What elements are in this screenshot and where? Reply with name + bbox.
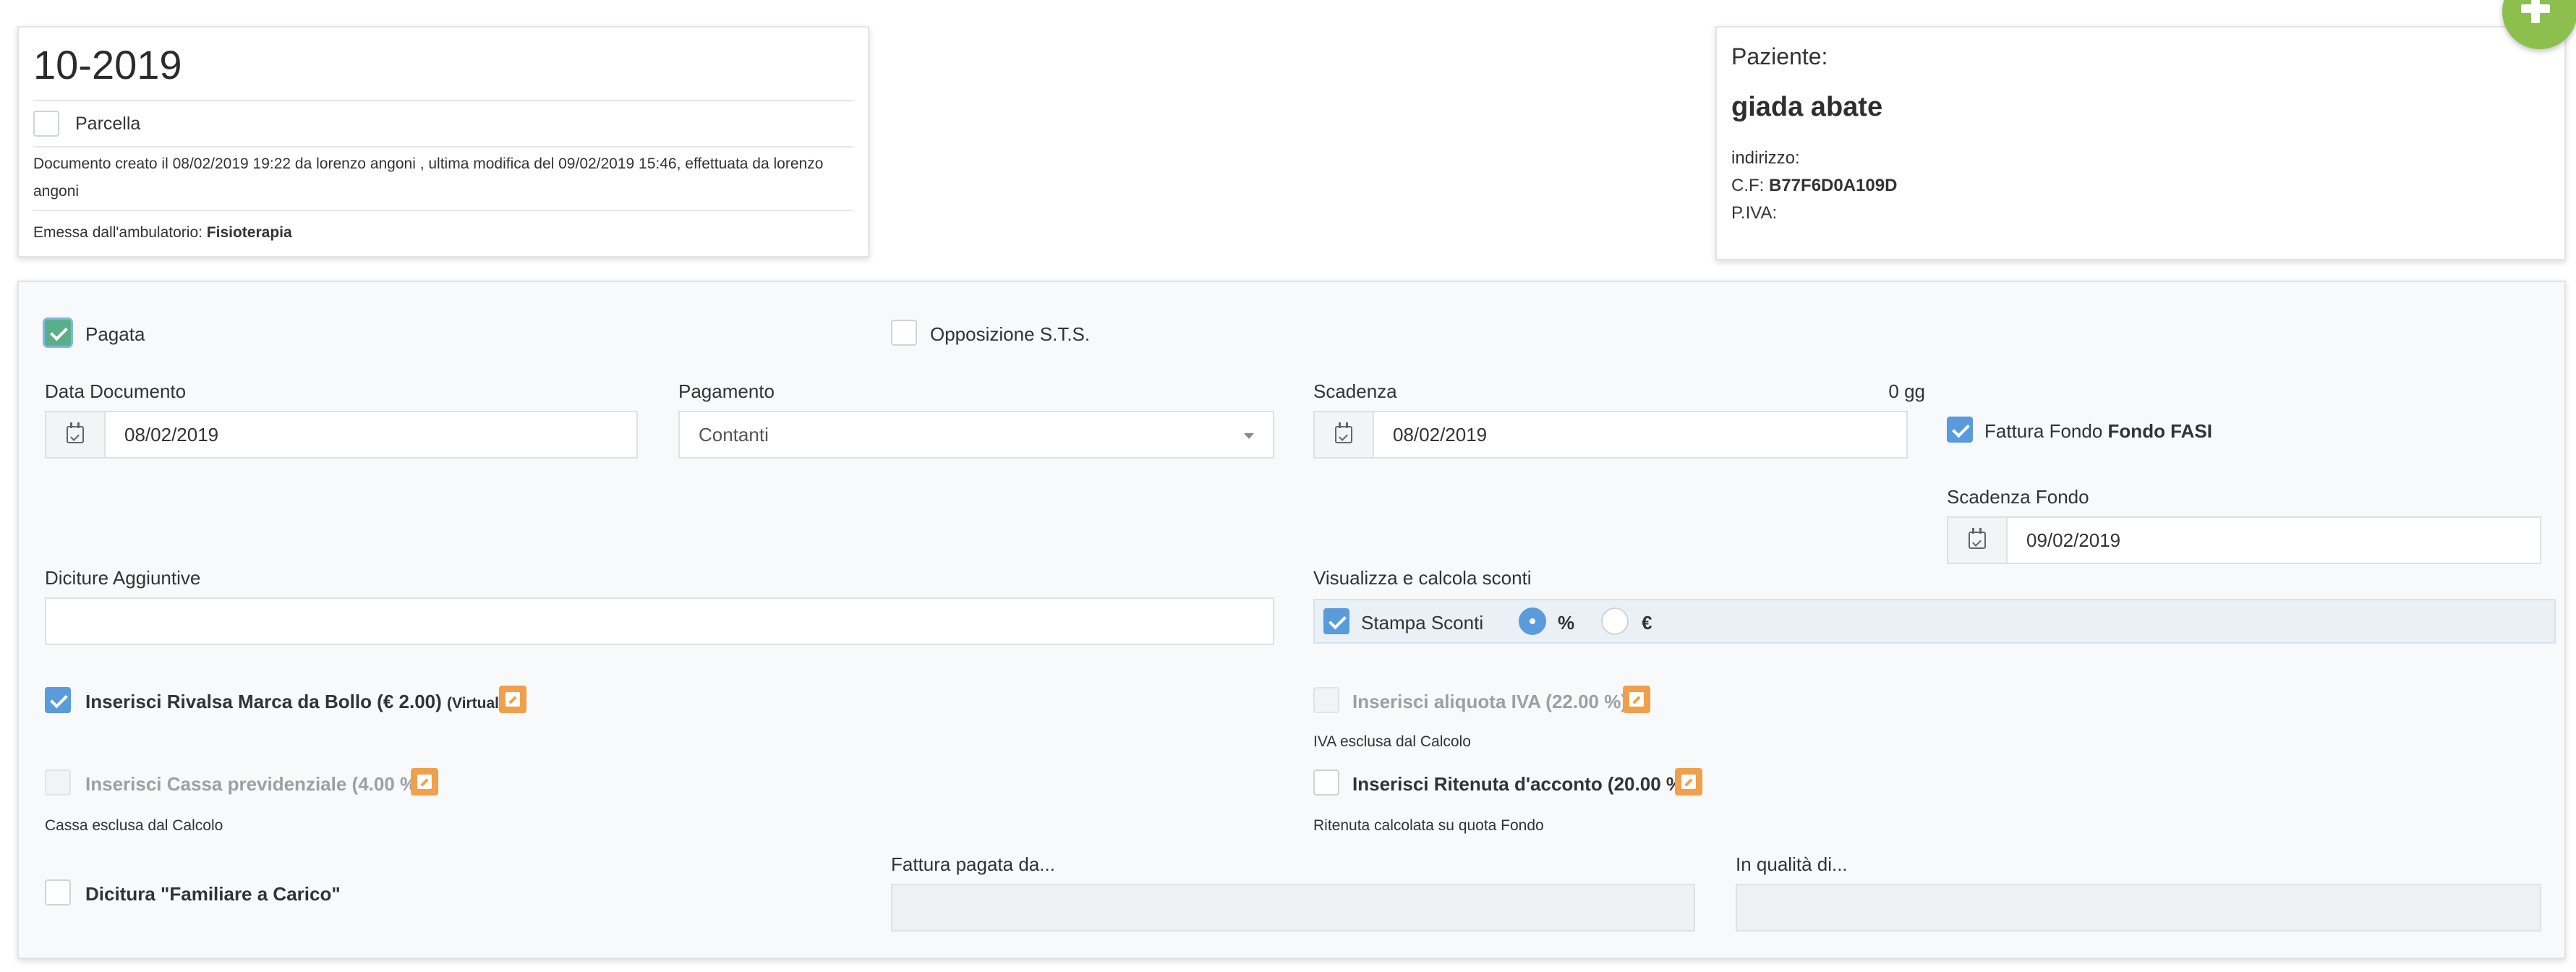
fondo-name: Fondo FASI [2107, 420, 2212, 442]
emessa-line: Emessa dall'ambulatorio: Fisioterapia [33, 211, 853, 255]
fattura-pagata-label: Fattura pagata da... [891, 853, 1055, 875]
data-documento-field[interactable]: 08/02/2019 [45, 411, 638, 459]
euro-radio[interactable] [1601, 608, 1629, 635]
chevron-down-icon [1244, 433, 1254, 439]
scadenza-fondo-label: Scadenza Fondo [1947, 486, 2089, 508]
calendar-icon [1969, 528, 1986, 549]
patient-details: indirizzo: C.F: B77F6D0A109D P.IVA: [1731, 145, 2550, 227]
patient-name[interactable]: giada abate [1731, 92, 2550, 123]
diciture-input[interactable] [45, 597, 1274, 645]
parcella-checkbox[interactable] [33, 111, 59, 137]
calendar-addon[interactable] [46, 412, 106, 457]
edit-cassa-button[interactable] [411, 768, 438, 796]
calendar-icon [67, 422, 84, 443]
scadenza-value: 08/02/2019 [1393, 423, 1488, 446]
pagata-checkbox[interactable] [45, 320, 71, 346]
sconti-box [1313, 599, 2556, 644]
edit-icon [417, 775, 432, 789]
document-meta: Documento creato il 08/02/2019 19:22 da … [33, 155, 824, 200]
percent-radio[interactable] [1519, 608, 1546, 635]
patient-cf-value: B77F6D0A109D [1769, 176, 1898, 195]
cassa-checkbox[interactable] [45, 770, 71, 796]
patient-indirizzo: indirizzo: [1731, 148, 1800, 168]
edit-iva-button[interactable] [1623, 686, 1650, 713]
iva-checkbox[interactable] [1313, 687, 1339, 713]
fattura-fondo-label: Fattura Fondo Fondo FASI [1984, 420, 2212, 442]
ambulatorio-name: Fisioterapia [206, 224, 292, 241]
scadenza-fondo-value: 09/02/2019 [2026, 529, 2121, 551]
document-number: 10-2019 [33, 42, 182, 88]
euro-label: € [1642, 612, 1652, 634]
familiare-label: Dicitura "Familiare a Carico" [85, 883, 341, 905]
patient-cf: C.F: B77F6D0A109D [1731, 176, 1898, 195]
ritenuta-note: Ritenuta calcolata su quota Fondo [1313, 817, 1544, 834]
cassa-note: Cassa esclusa dal Calcolo [45, 817, 223, 834]
sconti-label: Visualizza e calcola sconti [1313, 567, 1532, 589]
data-documento-value: 08/02/2019 [124, 423, 219, 446]
calendar-icon [1335, 422, 1352, 443]
pagata-label: Pagata [85, 323, 145, 345]
stampa-sconti-checkbox[interactable] [1323, 608, 1349, 634]
patient-piva: P.IVA: [1731, 203, 1778, 223]
edit-icon [1629, 692, 1644, 707]
calendar-addon[interactable] [1948, 518, 2008, 563]
diciture-label: Diciture Aggiuntive [45, 567, 201, 589]
scadenza-fondo-field[interactable]: 09/02/2019 [1947, 516, 2541, 564]
opposizione-sts-label: Opposizione S.T.S. [930, 323, 1091, 345]
iva-label: Inserisci aliquota IVA (22.00 %) [1352, 691, 1628, 712]
edit-rivalsa-button[interactable] [499, 686, 526, 713]
fattura-pagata-input[interactable] [891, 884, 1695, 932]
rivalsa-checkbox[interactable] [45, 687, 71, 713]
data-documento-label: Data Documento [45, 380, 187, 402]
fattura-fondo-checkbox[interactable] [1947, 417, 1973, 443]
parcella-label: Parcella [75, 113, 141, 134]
parcella-row: Parcella [33, 101, 853, 146]
patient-card: Paziente: giada abate indirizzo: C.F: B7… [1715, 26, 2566, 260]
pagamento-select[interactable]: Contanti [678, 411, 1274, 459]
scadenza-label: Scadenza [1313, 380, 1397, 402]
patient-title: Paziente: [1731, 43, 1828, 69]
invoice-form-panel: Pagata Opposizione S.T.S. Data Documento… [17, 281, 2566, 959]
edit-icon [506, 692, 520, 707]
familiare-checkbox[interactable] [45, 879, 71, 905]
stampa-sconti-label: Stampa Sconti [1361, 612, 1484, 634]
cassa-label: Inserisci Cassa previdenziale (4.00 %) [85, 773, 423, 795]
edit-ritenuta-button[interactable] [1675, 768, 1702, 796]
scadenza-field[interactable]: 08/02/2019 [1313, 411, 1908, 459]
scadenza-days: 0 gg [1888, 380, 1925, 402]
iva-note: IVA esclusa dal Calcolo [1313, 733, 1471, 750]
opposizione-sts-checkbox[interactable] [891, 320, 917, 346]
document-card: 10-2019 Parcella Documento creato il 08/… [17, 26, 869, 257]
in-qualita-label: In qualità di... [1736, 853, 1848, 875]
emessa-prefix: Emessa dall'ambulatorio: [33, 224, 202, 241]
pagamento-label: Pagamento [678, 380, 775, 402]
ritenuta-checkbox[interactable] [1313, 770, 1339, 796]
in-qualita-input[interactable] [1736, 884, 2541, 932]
pagamento-value: Contanti [699, 423, 769, 446]
edit-icon [1681, 775, 1696, 789]
percent-label: % [1558, 612, 1575, 634]
rivalsa-label: Inserisci Rivalsa Marca da Bollo (€ 2.00… [85, 691, 513, 712]
ritenuta-label: Inserisci Ritenuta d'acconto (20.00 %) [1352, 773, 1689, 795]
calendar-addon[interactable] [1315, 412, 1374, 457]
